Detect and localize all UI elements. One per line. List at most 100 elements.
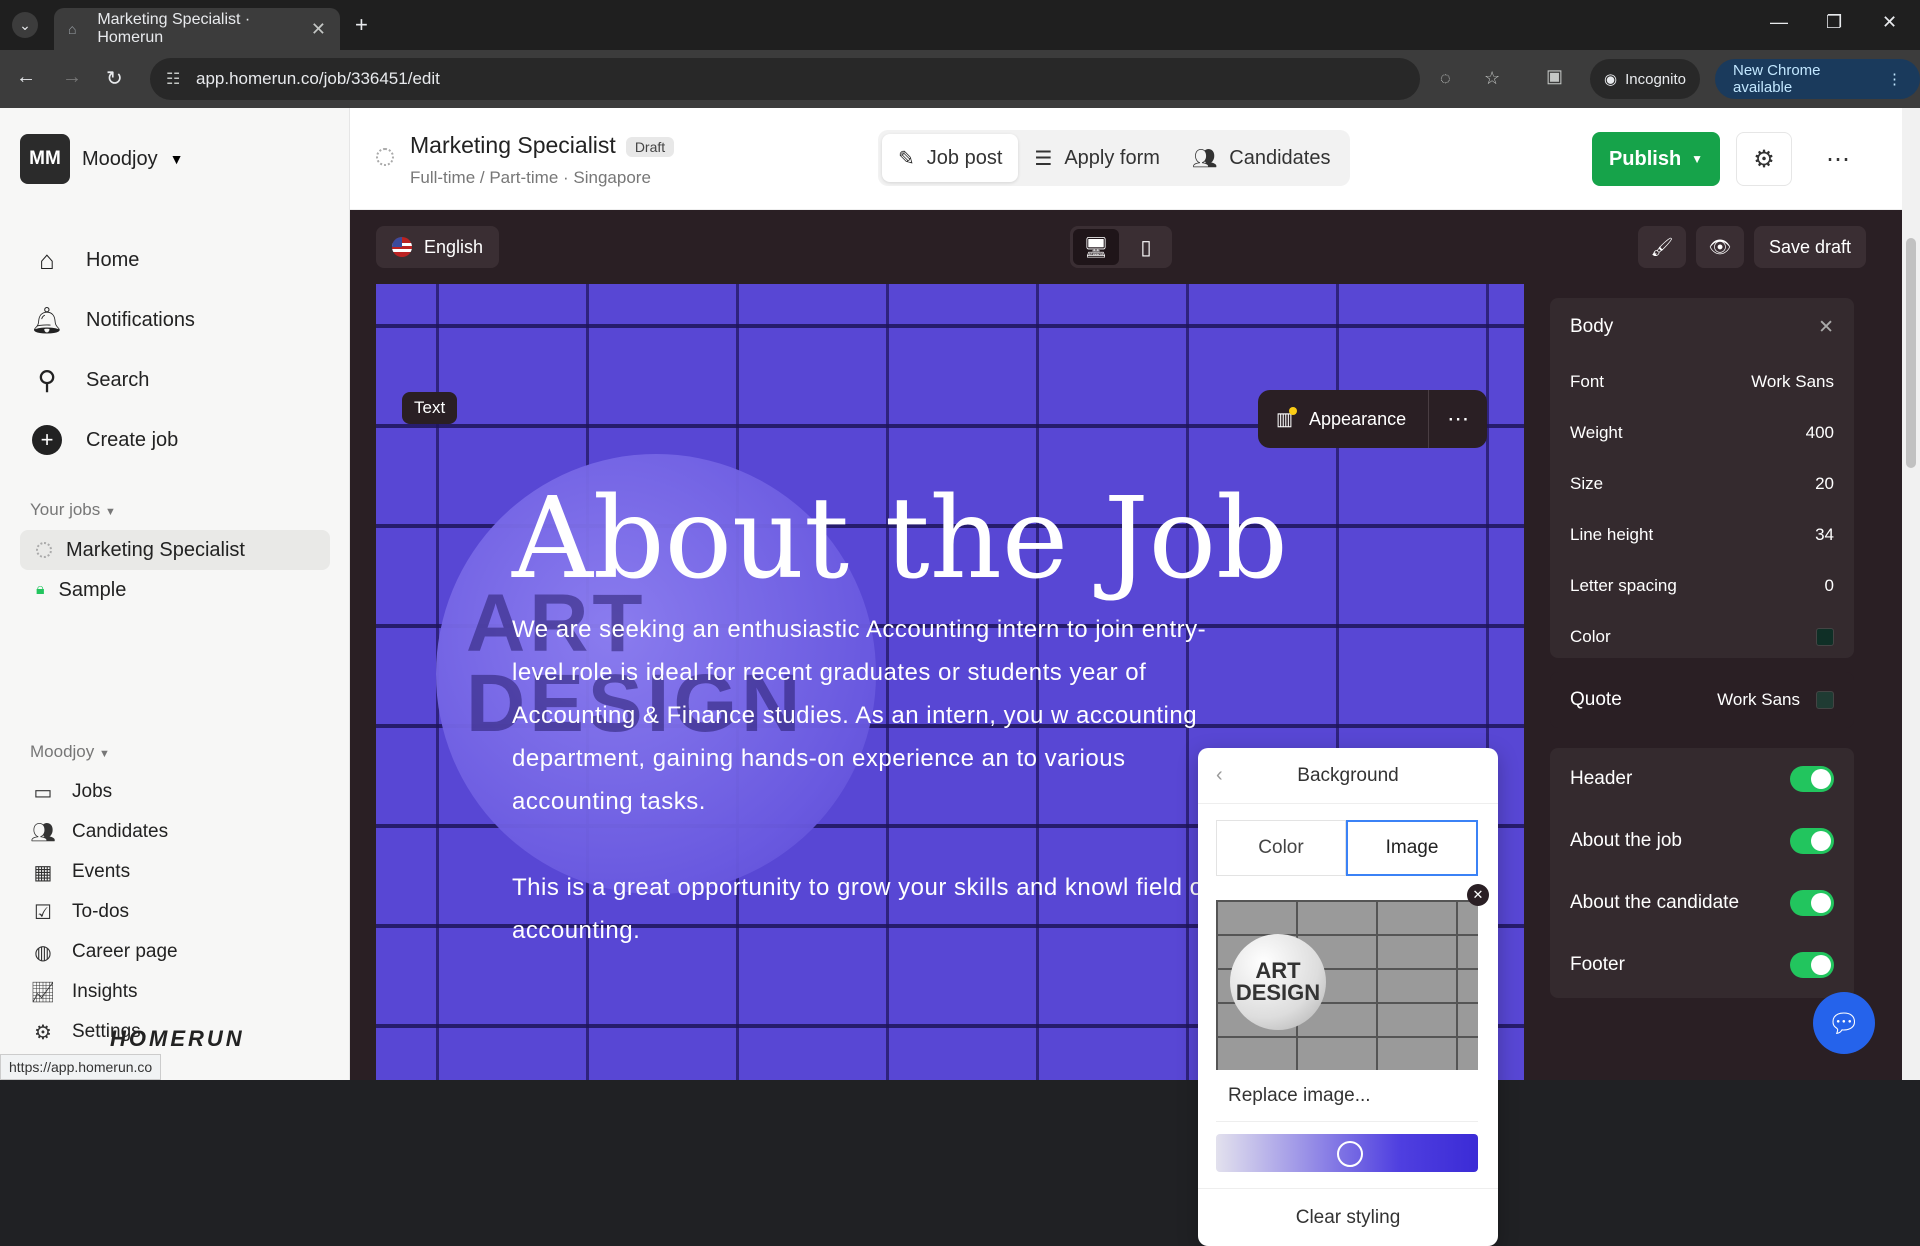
job-tabs: ✎ Job post ☰ Apply form 👥︎ Candidates (878, 130, 1351, 186)
tab-image[interactable]: Image (1346, 820, 1478, 876)
minimize-window-icon[interactable]: — (1770, 12, 1788, 33)
style-row-size[interactable]: Size 20 (1550, 458, 1854, 509)
style-row-weight[interactable]: Weight 400 (1550, 407, 1854, 458)
bell-icon: 🔔︎ (30, 304, 64, 335)
chevron-left-icon[interactable]: ‹ (1216, 764, 1223, 787)
body-paragraph[interactable]: We are seeking an enthusiastic Accountin… (512, 608, 1232, 823)
address-bar-row: ← → ↻ ☷ app.homerun.co/job/336451/edit ◌… (0, 50, 1920, 108)
people-icon: 👥︎ (30, 821, 56, 844)
nav-insights[interactable]: 📈︎ Insights (30, 972, 178, 1012)
tab-color[interactable]: Color (1216, 820, 1346, 876)
browser-tab[interactable]: ⌂ Marketing Specialist · Homerun ✕ (54, 8, 340, 50)
toggle-switch[interactable] (1790, 890, 1834, 916)
save-draft-button[interactable]: Save draft (1754, 226, 1866, 268)
forward-icon[interactable]: → (62, 66, 82, 89)
toggle-switch[interactable] (1790, 766, 1834, 792)
site-info-icon[interactable]: ☷ (166, 69, 180, 89)
close-window-icon[interactable]: ✕ (1882, 12, 1897, 33)
side-panel-icon[interactable]: ▣ (1546, 66, 1563, 87)
settings-button[interactable]: ⚙ (1736, 132, 1792, 186)
body-paragraph[interactable]: This is a great opportunity to grow your… (512, 866, 1232, 952)
workspace-avatar: MM (20, 134, 70, 184)
block-more-button[interactable]: ⋯ (1429, 406, 1487, 432)
desktop-view-button[interactable]: 🖥︎ (1073, 229, 1119, 265)
clear-styling-button[interactable]: Clear styling (1198, 1188, 1498, 1246)
editor-canvas: ART DESIGN Text About the Job We are see… (350, 284, 1920, 1246)
maximize-window-icon[interactable]: ❐ (1826, 12, 1842, 33)
nav-jobs[interactable]: ▭ Jobs (30, 772, 178, 812)
back-icon[interactable]: ← (16, 66, 36, 89)
nav-search[interactable]: ⚲ Search (30, 350, 195, 410)
chart-icon: 📈︎ (30, 981, 56, 1004)
appearance-toolbar: ▥ Appearance ⋯ (1258, 390, 1488, 448)
nav-notifications[interactable]: 🔔︎ Notifications (30, 290, 194, 350)
nav-create-job[interactable]: + Create job (30, 410, 195, 470)
desktop-icon: 🖥︎ (1083, 236, 1109, 259)
toggle-switch[interactable] (1790, 952, 1834, 978)
bookmark-star-icon[interactable]: ☆ (1484, 68, 1500, 89)
job-item-marketing-specialist[interactable]: Marketing Specialist (20, 530, 330, 570)
eye-off-icon[interactable]: ◌ (1440, 68, 1451, 89)
publish-button[interactable]: Publish ▼ (1592, 132, 1720, 186)
job-title: Marketing Specialist Draft (410, 132, 675, 159)
language-selector[interactable]: English (376, 226, 500, 268)
your-jobs-heading[interactable]: Your jobs ▼ (30, 500, 116, 520)
job-item-sample[interactable]: 🔒︎ Sample (20, 570, 330, 610)
page-scrollbar[interactable] (1902, 108, 1920, 1080)
style-brush-button[interactable]: 🖌︎ (1638, 226, 1686, 268)
section-label: Header (1570, 768, 1633, 789)
new-tab-button[interactable]: + (355, 12, 368, 38)
row-label: Letter spacing (1570, 575, 1677, 595)
homerun-favicon-icon: ⌂ (68, 21, 77, 37)
row-value: 20 (1815, 473, 1834, 493)
nav-todos[interactable]: ☑ To-dos (30, 892, 178, 932)
nav-events[interactable]: ▦ Events (30, 852, 178, 892)
tab-apply-form[interactable]: ☰ Apply form (1018, 134, 1176, 182)
chevron-down-icon: ▼ (1691, 152, 1704, 166)
chat-support-button[interactable]: 💬︎ (1813, 992, 1875, 1054)
color-swatch[interactable] (1816, 691, 1834, 709)
url-field[interactable]: ☷ app.homerun.co/job/336451/edit ◌ ☆ (150, 58, 1500, 100)
tab-candidates[interactable]: 👥︎ Candidates (1176, 134, 1347, 182)
globe-icon: ◍ (34, 941, 52, 964)
slider-thumb[interactable] (1336, 1141, 1363, 1167)
nav-label: Events (72, 861, 131, 882)
replace-image-button[interactable]: Replace image... (1216, 1070, 1478, 1122)
more-horizontal-icon: ⋯ (1826, 145, 1850, 173)
style-row-color[interactable]: Color (1550, 611, 1854, 662)
your-jobs-label: Your jobs (30, 500, 101, 519)
incognito-indicator[interactable]: ◉ Incognito (1590, 59, 1700, 99)
incognito-label: Incognito (1625, 70, 1686, 88)
chevron-down-icon: ▼ (169, 151, 184, 167)
nav-home[interactable]: ⌂ Home (30, 230, 195, 290)
nav-career-page[interactable]: ◍ Career page (30, 932, 177, 972)
sections-card: Header About the job About the candidate… (1550, 748, 1854, 998)
appearance-button[interactable]: ▥ Appearance (1258, 390, 1430, 448)
gear-icon: ⚙ (1753, 145, 1775, 173)
background-popover: ‹ Background Color Image ART DESIGN ✕ Re… (1198, 748, 1498, 1246)
more-options-button[interactable]: ⋯ (1810, 132, 1866, 186)
preview-button[interactable]: 👁︎ (1696, 226, 1744, 268)
style-row-font[interactable]: Font Work Sans (1550, 356, 1854, 407)
nav-candidates[interactable]: 👥︎ Candidates (30, 812, 178, 852)
close-tab-icon[interactable]: ✕ (311, 19, 326, 40)
tab-search-button[interactable]: ⌄ (12, 12, 38, 38)
us-flag-icon (392, 237, 412, 257)
style-row-line-height[interactable]: Line height 34 (1550, 509, 1854, 560)
org-heading[interactable]: Moodjoy ▼ (30, 742, 110, 762)
scrollbar-thumb[interactable] (1906, 238, 1916, 468)
style-row-letter-spacing[interactable]: Letter spacing 0 (1550, 560, 1854, 611)
reload-icon[interactable]: ↻ (106, 66, 123, 91)
workspace-switcher[interactable]: MM Moodjoy ▼ (20, 134, 183, 184)
close-icon[interactable]: ✕ (1818, 316, 1834, 339)
color-swatch[interactable] (1816, 627, 1834, 646)
close-icon: ✕ (1472, 887, 1484, 902)
remove-image-button[interactable]: ✕ (1467, 884, 1489, 906)
tab-job-post[interactable]: ✎ Job post (882, 134, 1019, 182)
quote-style-row[interactable]: Quote Work Sans (1550, 672, 1854, 728)
new-chrome-button[interactable]: New Chrome available ⋮ (1715, 59, 1920, 99)
mobile-view-button[interactable]: ▯ (1123, 229, 1169, 265)
overlay-opacity-slider[interactable] (1216, 1134, 1478, 1172)
toggle-switch[interactable] (1790, 828, 1834, 854)
section-heading[interactable]: About the Job (512, 474, 1288, 604)
